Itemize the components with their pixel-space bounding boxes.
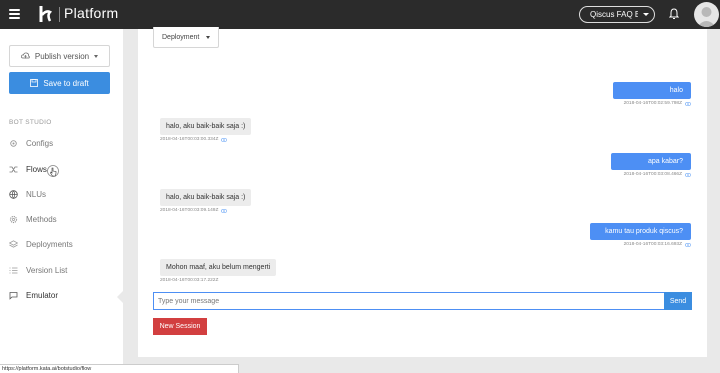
chevron-down-icon	[643, 13, 649, 16]
message-meta: 2018-04-16T00:03:00.334Z	[160, 137, 251, 142]
section-title: BOT STUDIO	[9, 119, 52, 126]
app-title: Platform	[64, 5, 119, 21]
sidebar-item-version-list[interactable]: Version List	[9, 263, 114, 277]
chat-message-user: kamu tau produk qiscus? 2018-04-16T00:03…	[590, 223, 691, 247]
eye-icon	[685, 101, 691, 106]
settings-icon	[9, 215, 18, 224]
deployment-label: Deployment	[162, 33, 200, 41]
status-bar-url: https://platform.kata.ai/botstudio/flow	[0, 364, 239, 373]
send-button[interactable]: Send	[664, 292, 692, 310]
message-timestamp: 2018-04-16T00:03:00.334Z	[160, 137, 219, 142]
kata-logo-icon[interactable]	[38, 6, 52, 22]
eye-icon	[221, 208, 228, 213]
chat-icon	[9, 291, 18, 300]
save-to-draft-button[interactable]: Save to draft	[9, 72, 110, 94]
user-icon	[697, 7, 716, 27]
sidebar-item-configs[interactable]: Configs	[9, 136, 114, 150]
cloud-upload-icon	[20, 52, 30, 59]
sidebar-item-methods[interactable]: Methods	[9, 212, 114, 226]
chevron-down-icon	[94, 54, 99, 58]
sidebar-item-label: Version List	[26, 265, 68, 275]
sidebar-item-label: Methods	[26, 214, 57, 224]
bot-selector[interactable]: Qiscus FAQ Bot	[579, 6, 655, 23]
sidebar-item-label: Configs	[26, 138, 54, 148]
message-bubble: halo, aku baik-baik saja :)	[160, 189, 252, 206]
sidebar: Publish version Save to draft BOT STUDIO…	[0, 29, 123, 365]
message-bubble: halo, aku baik-baik saja :)	[160, 118, 252, 135]
save-icon	[30, 79, 39, 87]
bell-icon[interactable]	[669, 8, 679, 20]
sidebar-active-indicator	[117, 291, 123, 303]
message-meta: 2018-04-16T00:03:08.466Z	[608, 172, 691, 177]
sidebar-item-deployments[interactable]: Deployments	[9, 237, 114, 251]
new-session-button[interactable]: New Session	[153, 318, 207, 335]
message-bubble: kamu tau produk qiscus?	[590, 223, 691, 240]
sidebar-item-label: NLUs	[26, 189, 47, 199]
message-timestamp: 2018-04-16T00:03:16.693Z	[623, 242, 682, 247]
chat-message-bot: Mohon maaf, aku belum mengerti 2018-04-1…	[160, 259, 277, 283]
sidebar-item-emulator[interactable]: Emulator	[9, 288, 114, 302]
message-bubble: apa kabar?	[611, 153, 691, 170]
chevron-down-icon	[206, 35, 211, 39]
message-meta: 2018-04-16T00:03:09.149Z	[160, 208, 251, 213]
message-timestamp: 2018-04-16T00:02:59.798Z	[623, 101, 682, 106]
globe-icon	[9, 189, 18, 199]
sidebar-item-flows[interactable]: Flows	[9, 162, 114, 176]
layers-icon	[9, 239, 18, 249]
message-meta: 2018-04-16T00:03:16.693Z	[590, 242, 691, 247]
message-input[interactable]	[153, 292, 664, 310]
sidebar-item-label: Deployments	[26, 239, 73, 249]
message-timestamp: 2018-04-16T00:03:08.466Z	[623, 172, 682, 177]
eye-icon	[685, 172, 691, 177]
publish-version-label: Publish version	[34, 51, 90, 61]
deployment-select[interactable]: Deployment	[153, 27, 219, 48]
gear-icon	[9, 139, 18, 148]
chat-message-user: apa kabar? 2018-04-16T00:03:08.466Z	[608, 153, 691, 177]
sidebar-item-nlus[interactable]: NLUs	[9, 187, 114, 201]
message-bubble: Mohon maaf, aku belum mengerti	[160, 259, 277, 276]
eye-icon	[685, 242, 691, 247]
message-composer: Send	[153, 292, 692, 310]
menu-icon[interactable]	[9, 9, 20, 19]
message-timestamp: 2018-04-16T00:03:17.222Z	[160, 278, 219, 283]
sidebar-item-label: Flows	[26, 164, 47, 174]
eye-icon	[221, 137, 228, 142]
list-icon	[9, 266, 18, 275]
save-to-draft-label: Save to draft	[43, 78, 89, 88]
sidebar-item-label: Emulator	[26, 290, 59, 300]
message-timestamp: 2018-04-16T00:03:09.149Z	[160, 208, 219, 213]
shuffle-icon	[9, 165, 18, 174]
brand-divider	[59, 7, 60, 22]
message-meta: 2018-04-16T00:02:59.798Z	[606, 101, 691, 106]
chat-message-bot: halo, aku baik-baik saja :) 2018-04-16T0…	[160, 189, 252, 213]
bot-name: Qiscus FAQ Bot	[590, 10, 638, 19]
emulator-panel: Deployment halo 2018-04-16T00:02:59.798Z…	[138, 27, 707, 357]
chat-message-user: halo 2018-04-16T00:02:59.798Z	[606, 82, 691, 106]
avatar[interactable]	[694, 2, 719, 27]
hand-cursor-icon	[47, 165, 59, 177]
message-bubble: halo	[613, 82, 691, 99]
publish-version-button[interactable]: Publish version	[9, 45, 110, 67]
message-meta: 2018-04-16T00:03:17.222Z	[160, 278, 276, 283]
top-bar: Platform Qiscus FAQ Bot	[0, 0, 720, 29]
chat-message-bot: halo, aku baik-baik saja :) 2018-04-16T0…	[160, 118, 252, 142]
